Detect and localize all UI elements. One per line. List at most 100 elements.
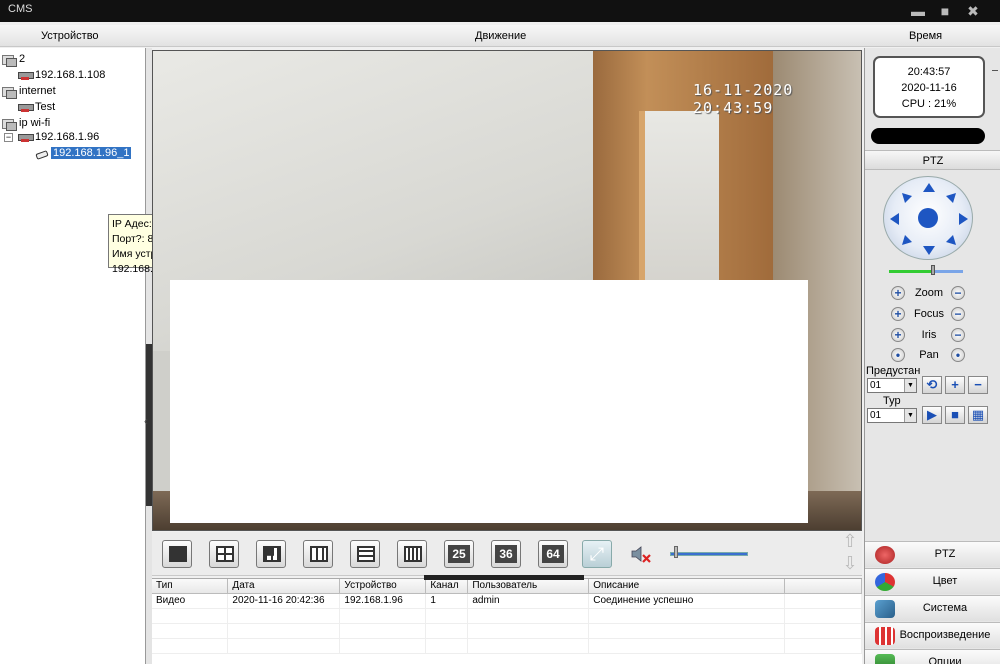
column-header-description[interactable]: Описание [588, 579, 786, 594]
tour-value: 01 [870, 410, 882, 421]
preset-call-button[interactable]: ⟲ [922, 376, 942, 394]
playback-film-icon [875, 627, 895, 645]
preset-remove-button[interactable]: − [968, 376, 988, 394]
volume-slider[interactable] [670, 552, 748, 556]
table-row[interactable]: Видео 2020-11-16 20:42:36 192.168.1.96 1… [152, 593, 862, 609]
cell-channel: 1 [425, 593, 469, 609]
cell-description: Соединение успешно [588, 593, 786, 609]
tree-item-device-96[interactable]: 192.168.1.96 [18, 129, 99, 145]
layout-toolbar: 25 36 64 ⤢ ⇧ ⇩ [152, 532, 862, 576]
clock-time: 20:43:57 [907, 66, 951, 78]
zoom-control: + Zoom − [889, 286, 969, 302]
zoom-in-button[interactable]: + [891, 286, 905, 300]
column-header-device[interactable]: Устройство [339, 579, 427, 594]
column-header-channel[interactable]: Канал [425, 579, 469, 594]
close-button[interactable]: ✖ [965, 3, 981, 20]
tree-item-group-2[interactable]: 2 [2, 51, 25, 67]
tree-item-device-test[interactable]: Test [18, 99, 55, 115]
log-header-row: Тип Дата Устройство Канал Пользователь О… [152, 579, 862, 594]
menu-ptz-button[interactable]: PTZ [865, 541, 1000, 567]
menu-ptz-label: PTZ [934, 548, 956, 560]
log-tab-handle[interactable] [424, 575, 584, 580]
ptz-speed-slider[interactable] [889, 270, 963, 273]
cell-date: 2020-11-16 20:42:36 [227, 593, 341, 609]
device-group-icon [2, 86, 17, 99]
tree-collapse-toggle[interactable]: − [4, 133, 13, 142]
cell-user: admin [467, 593, 590, 609]
layout-16-button[interactable] [397, 540, 427, 568]
header-time: Время [909, 30, 943, 42]
tree-item-label: 192.168.1.96_1 [51, 147, 132, 159]
tree-item-label: ip wi-fi [19, 117, 51, 129]
menu-options-button[interactable]: Опции [865, 649, 1000, 664]
tour-select[interactable]: 01 ▼ [867, 408, 917, 423]
iris-close-button[interactable]: − [951, 328, 965, 342]
cpu-usage: CPU : 21% [901, 98, 957, 110]
cell-type: Видео [152, 593, 229, 609]
iris-control: + Iris − [889, 328, 969, 344]
layout-9-button[interactable] [303, 540, 333, 568]
tour-grid-button[interactable]: ▦ [968, 406, 988, 424]
panel-header: Устройство Движение Время [0, 25, 1000, 47]
iris-open-button[interactable]: + [891, 328, 905, 342]
preset-label: Предустан [866, 365, 921, 377]
pan-left-button[interactable]: • [891, 348, 905, 362]
dvr-icon [18, 70, 34, 81]
preset-add-button[interactable]: + [945, 376, 965, 394]
tour-stop-button[interactable]: ■ [945, 406, 965, 424]
ptz-direction-pad[interactable] [883, 176, 973, 260]
fullscreen-button[interactable]: ⤢ [582, 540, 612, 568]
zoom-label: Zoom [914, 287, 944, 299]
maximize-button[interactable]: ■ [937, 3, 953, 19]
zoom-out-button[interactable]: − [951, 286, 965, 300]
dvr-icon [18, 132, 34, 143]
layout-64-button[interactable]: 64 [538, 540, 568, 568]
column-header-user[interactable]: Пользователь [467, 579, 590, 594]
layout-6-button[interactable] [256, 540, 286, 568]
menu-system-label: Система [922, 602, 968, 614]
scroll-down-arrow-icon[interactable]: ⇩ [841, 554, 859, 572]
pan-label: Pan [919, 349, 939, 361]
video-view[interactable]: 16-11-2020 20:43:59 [152, 50, 862, 531]
layout-36-button[interactable]: 36 [491, 540, 521, 568]
table-row-empty [152, 638, 862, 654]
layout-25-button[interactable]: 25 [444, 540, 474, 568]
focus-out-button[interactable]: − [951, 307, 965, 321]
status-bar [871, 128, 985, 144]
ptz-title: PTZ [865, 150, 1000, 170]
layout-36-label: 36 [495, 545, 517, 563]
menu-playback-button[interactable]: Воспроизведение [865, 622, 1000, 648]
device-group-icon [2, 118, 17, 131]
options-icon [875, 654, 895, 664]
scroll-up-arrow-icon[interactable]: ⇧ [841, 532, 859, 550]
video-timestamp: 16-11-2020 20:43:59 [693, 81, 794, 117]
cell-device: 192.168.1.96 [339, 593, 427, 609]
dvr-icon [18, 102, 34, 113]
tour-play-button[interactable]: ▶ [922, 406, 942, 424]
column-header-date[interactable]: Дата [227, 579, 341, 594]
column-header-type[interactable]: Тип [152, 579, 229, 594]
tree-item-label: 192.168.1.96 [35, 131, 100, 143]
menu-system-button[interactable]: Система [865, 595, 1000, 621]
focus-in-button[interactable]: + [891, 307, 905, 321]
system-settings-icon [875, 600, 895, 618]
tree-item-channel-96-1[interactable]: 192.168.1.96_1 [34, 145, 132, 161]
pan-right-button[interactable]: • [951, 348, 965, 362]
ptz-speed-knob[interactable] [931, 265, 935, 275]
mute-speaker-icon[interactable] [630, 544, 652, 564]
window-title: CMS [8, 3, 33, 15]
layout-1-button[interactable] [162, 540, 192, 568]
clock-display: 20:43:57 2020-11-16 CPU : 21% [873, 56, 985, 118]
layout-4-button[interactable] [209, 540, 239, 568]
color-palette-icon [875, 573, 895, 591]
layout-13-button[interactable] [350, 540, 380, 568]
volume-knob[interactable] [673, 546, 678, 558]
collapse-arrow-icon[interactable]: ‹ [144, 414, 148, 428]
tree-item-device-108[interactable]: 192.168.1.108 [18, 67, 105, 83]
menu-color-button[interactable]: Цвет [865, 568, 1000, 594]
tour-label: Тур [883, 395, 901, 407]
ptz-center-button[interactable] [918, 208, 938, 228]
minimize-button[interactable]: ▬ [910, 3, 926, 19]
preset-select[interactable]: 01 ▼ [867, 378, 917, 393]
tree-item-group-internet[interactable]: internet [2, 83, 56, 99]
